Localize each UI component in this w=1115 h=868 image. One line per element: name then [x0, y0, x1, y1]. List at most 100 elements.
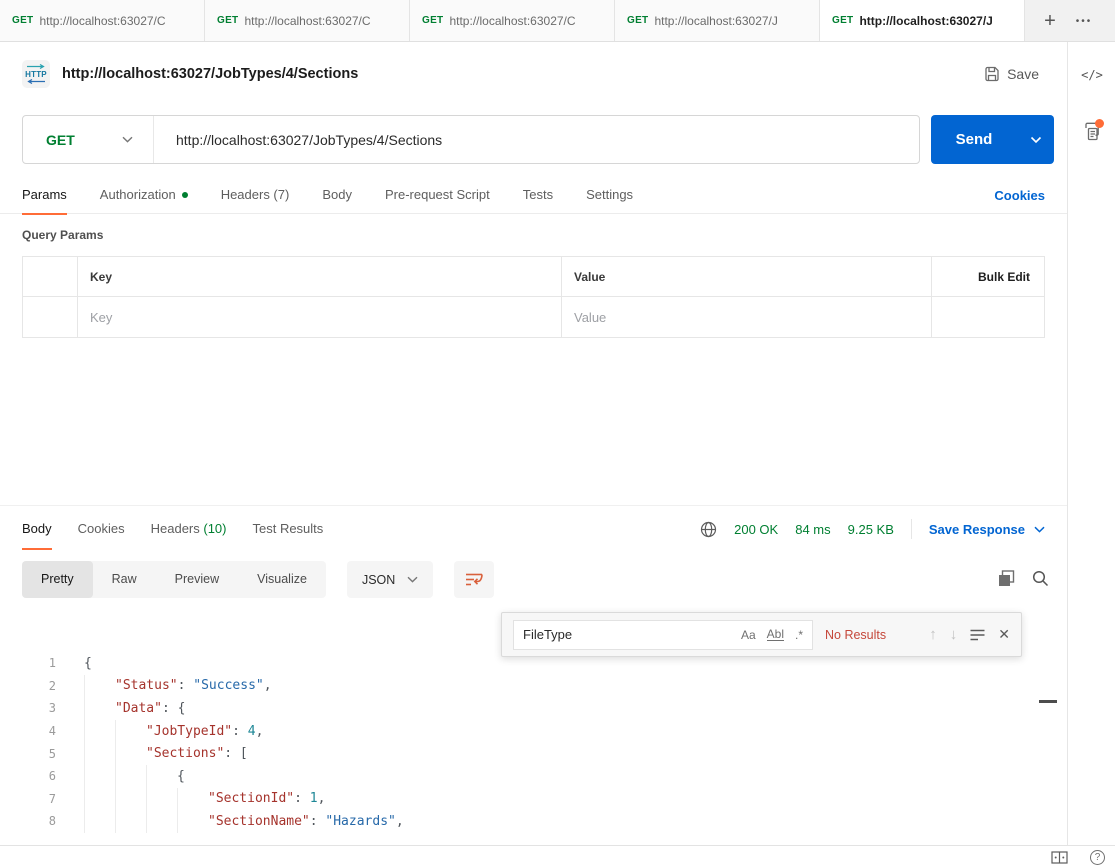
- regex-toggle[interactable]: .*: [795, 628, 803, 642]
- send-button[interactable]: Send: [931, 115, 1054, 164]
- tab-url-label: http://localhost:63027/C: [449, 14, 602, 28]
- tab-authorization[interactable]: Authorization: [100, 178, 188, 214]
- param-value-input[interactable]: Value: [562, 297, 932, 337]
- help-icon[interactable]: ?: [1090, 850, 1105, 865]
- line-number: 5: [0, 747, 56, 761]
- find-previous-icon[interactable]: ↑: [929, 626, 937, 643]
- tab-method-label: GET: [12, 15, 33, 26]
- line-content: "SectionName": "Hazards",: [84, 810, 404, 833]
- http-request-icon: HTTP: [22, 60, 50, 88]
- send-options-chevron-icon[interactable]: [1017, 136, 1054, 144]
- request-tabs-items: Params Authorization Headers (7) Body Pre-re…: [22, 178, 633, 214]
- response-size-badge[interactable]: 9.25 KB: [848, 522, 894, 537]
- tab-url-label: http://localhost:63027/J: [654, 14, 807, 28]
- method-dropdown[interactable]: GET: [23, 116, 153, 163]
- response-tabs: Body Cookies Headers (10) Test Results 200 …: [0, 505, 1067, 552]
- save-icon: [984, 66, 1000, 82]
- indent-guide: [84, 788, 115, 811]
- network-globe-icon[interactable]: [700, 521, 717, 538]
- match-case-toggle[interactable]: Aa: [741, 628, 756, 642]
- find-in-selection-icon[interactable]: [970, 629, 985, 641]
- json-token: "SectionName": [208, 814, 310, 829]
- bulk-edit-button[interactable]: Bulk Edit: [944, 270, 1032, 284]
- line-content: {: [84, 765, 185, 788]
- line-content: "SectionId": 1,: [84, 788, 325, 811]
- tab-method-label: GET: [627, 15, 648, 26]
- format-dropdown[interactable]: JSON: [347, 561, 433, 598]
- code-line: 5"Sections": [: [0, 742, 1040, 765]
- find-nav: ↑ ↓ ✕: [929, 626, 1010, 643]
- tab-params[interactable]: Params: [22, 178, 67, 214]
- request-tab[interactable]: GEThttp://localhost:63027/C: [410, 0, 615, 41]
- wrap-lines-button[interactable]: [454, 561, 494, 598]
- indent-guide: [84, 720, 115, 743]
- request-tab[interactable]: GET http://localhost:63027/J: [615, 0, 820, 41]
- request-tab[interactable]: GEThttp://localhost:63027/J: [820, 0, 1025, 41]
- line-number: 6: [0, 769, 56, 783]
- line-content: "JobTypeId": 4,: [84, 720, 263, 743]
- row-drag-handle: [23, 297, 78, 337]
- response-tab-headers[interactable]: Headers (10): [151, 506, 227, 553]
- save-button[interactable]: Save: [984, 66, 1039, 82]
- search-response-icon[interactable]: [1032, 570, 1049, 587]
- json-token: "Success": [193, 678, 263, 693]
- indent-guide: [115, 742, 146, 765]
- editor-scroll-marker[interactable]: [1039, 700, 1057, 703]
- format-label: JSON: [362, 573, 395, 587]
- key-column-header: Key: [78, 257, 562, 296]
- authorized-dot-icon: [182, 192, 188, 198]
- json-token: "JobTypeId": [146, 724, 232, 739]
- tab-body[interactable]: Body: [322, 178, 352, 214]
- view-mode-visualize[interactable]: Visualize: [238, 561, 326, 598]
- json-token: ,: [318, 791, 326, 806]
- tab-url-label: http://localhost:63027/C: [244, 14, 397, 28]
- tab-tests[interactable]: Tests: [523, 178, 553, 214]
- request-tab[interactable]: GEThttp://localhost:63027/C: [0, 0, 205, 41]
- find-input-wrap: Aa Abl .*: [513, 620, 813, 650]
- view-mode-preview[interactable]: Preview: [156, 561, 238, 598]
- response-time-badge[interactable]: 84 ms: [795, 522, 830, 537]
- tab-settings[interactable]: Settings: [586, 178, 633, 214]
- indent-guide: [84, 742, 115, 765]
- response-tab-test-results[interactable]: Test Results: [252, 506, 323, 553]
- status-bar: ?: [0, 845, 1115, 868]
- view-mode-raw[interactable]: Raw: [93, 561, 156, 598]
- cookies-link[interactable]: Cookies: [994, 188, 1045, 203]
- whole-word-toggle[interactable]: Abl: [767, 628, 784, 641]
- query-params-header-row: Key Value Bulk Edit: [23, 257, 1044, 297]
- query-params-table: Key Value Bulk Edit Key Value: [22, 256, 1045, 338]
- console-panel-icon[interactable]: [1051, 851, 1068, 864]
- save-response-button[interactable]: Save Response: [929, 522, 1045, 537]
- json-token: :: [178, 678, 194, 693]
- indent-guide: [84, 765, 115, 788]
- response-tab-body[interactable]: Body: [22, 506, 52, 553]
- tab-headers-[interactable]: Headers (7): [221, 178, 290, 214]
- meta-divider: [911, 519, 912, 539]
- method-label: GET: [46, 132, 75, 148]
- find-input[interactable]: [523, 627, 741, 642]
- query-params-title: Query Params: [22, 228, 103, 242]
- tab-pre-request-script[interactable]: Pre-request Script: [385, 178, 490, 214]
- indent-guide: [115, 720, 146, 743]
- url-input[interactable]: http://localhost:63027/JobTypes/4/Sectio…: [154, 132, 919, 148]
- request-builder: GET http://localhost:63027/JobTypes/4/Se…: [22, 115, 920, 164]
- copy-response-icon[interactable]: [998, 570, 1015, 587]
- json-token: 4: [248, 724, 256, 739]
- new-tab-button[interactable]: +: [1033, 0, 1067, 42]
- status-code-badge[interactable]: 200 OK: [734, 522, 778, 537]
- view-mode-pretty[interactable]: Pretty: [22, 561, 93, 598]
- code-line: 3"Data": {: [0, 697, 1040, 720]
- find-next-icon[interactable]: ↓: [950, 626, 958, 643]
- tab-options-icon[interactable]: •••: [1067, 0, 1101, 42]
- json-token: ,: [396, 814, 404, 829]
- indent-guide: [84, 697, 115, 720]
- find-close-icon[interactable]: ✕: [998, 626, 1010, 643]
- request-tab[interactable]: GEThttp://localhost:63027/C: [205, 0, 410, 41]
- comments-icon[interactable]: [1068, 122, 1115, 144]
- send-label: Send: [931, 131, 1017, 148]
- indent-guide: [84, 675, 115, 698]
- response-tab-cookies[interactable]: Cookies: [78, 506, 125, 553]
- param-key-input[interactable]: Key: [78, 297, 562, 337]
- response-code[interactable]: 1{2"Status": "Success",3"Data": {4"JobTy…: [0, 652, 1040, 845]
- code-snippet-icon[interactable]: </>: [1068, 68, 1115, 82]
